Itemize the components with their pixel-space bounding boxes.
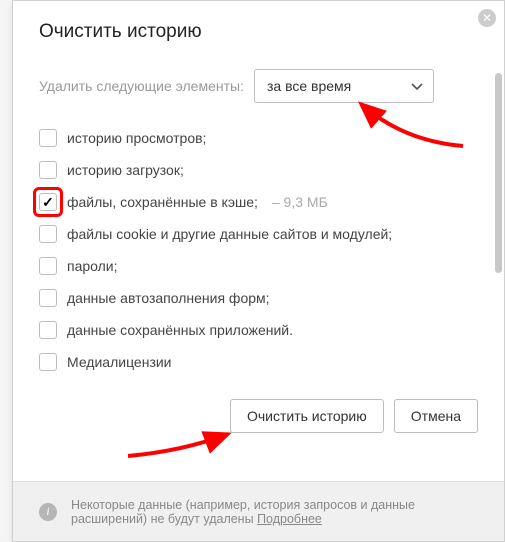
info-icon: i <box>39 503 57 521</box>
checkbox-passwords[interactable] <box>39 257 57 275</box>
clear-history-dialog: ✕ Очистить историю Удалить следующие эле… <box>12 0 505 542</box>
checkbox-list: историю просмотров; историю загрузок; фа… <box>39 129 478 371</box>
dialog-actions: Очистить историю Отмена <box>39 399 478 451</box>
dialog-title: Очистить историю <box>39 21 478 43</box>
list-item: файлы, сохранённые в кэше; – 9,3 МБ <box>39 193 478 211</box>
checkbox-label: файлы, сохранённые в кэше; <box>67 194 258 210</box>
checkbox-label: Медиалицензии <box>67 354 172 370</box>
checkbox-label: историю просмотров; <box>67 130 206 146</box>
time-range-row: Удалить следующие элементы: за все время <box>39 69 478 103</box>
checkbox-apps[interactable] <box>39 321 57 339</box>
checkbox-media[interactable] <box>39 353 57 371</box>
dialog-footer: i Некоторые данные (например, история за… <box>13 481 504 541</box>
checkbox-label: пароли; <box>67 258 118 274</box>
checkbox-cache[interactable] <box>39 193 57 211</box>
list-item: данные автозаполнения форм; <box>39 289 478 307</box>
dialog-content: Очистить историю Удалить следующие элеме… <box>13 1 504 481</box>
checkbox-downloads[interactable] <box>39 161 57 179</box>
scrollbar-thumb[interactable] <box>495 73 502 273</box>
checkbox-label: данные автозаполнения форм; <box>67 290 270 306</box>
footer-link[interactable]: Подробнее <box>257 512 322 526</box>
checkbox-label: файлы cookie и другие данные сайтов и мо… <box>67 226 392 242</box>
time-range-label: Удалить следующие элементы: <box>39 78 244 94</box>
list-item: историю просмотров; <box>39 129 478 147</box>
chevron-down-icon <box>411 78 423 94</box>
checkbox-autofill[interactable] <box>39 289 57 307</box>
list-item: историю загрузок; <box>39 161 478 179</box>
time-range-value: за все время <box>267 78 351 94</box>
checkbox-history[interactable] <box>39 129 57 147</box>
list-item: пароли; <box>39 257 478 275</box>
time-range-select[interactable]: за все время <box>254 69 434 103</box>
checkbox-meta: – 9,3 МБ <box>272 194 328 210</box>
list-item: Медиалицензии <box>39 353 478 371</box>
clear-button[interactable]: Очистить историю <box>230 399 384 433</box>
checkbox-cookies[interactable] <box>39 225 57 243</box>
checkbox-label: историю загрузок; <box>67 162 184 178</box>
footer-text: Некоторые данные (например, история запр… <box>71 498 478 526</box>
list-item: файлы cookie и другие данные сайтов и мо… <box>39 225 478 243</box>
checkbox-label: данные сохранённых приложений. <box>67 322 293 338</box>
list-item: данные сохранённых приложений. <box>39 321 478 339</box>
cancel-button[interactable]: Отмена <box>394 399 478 433</box>
